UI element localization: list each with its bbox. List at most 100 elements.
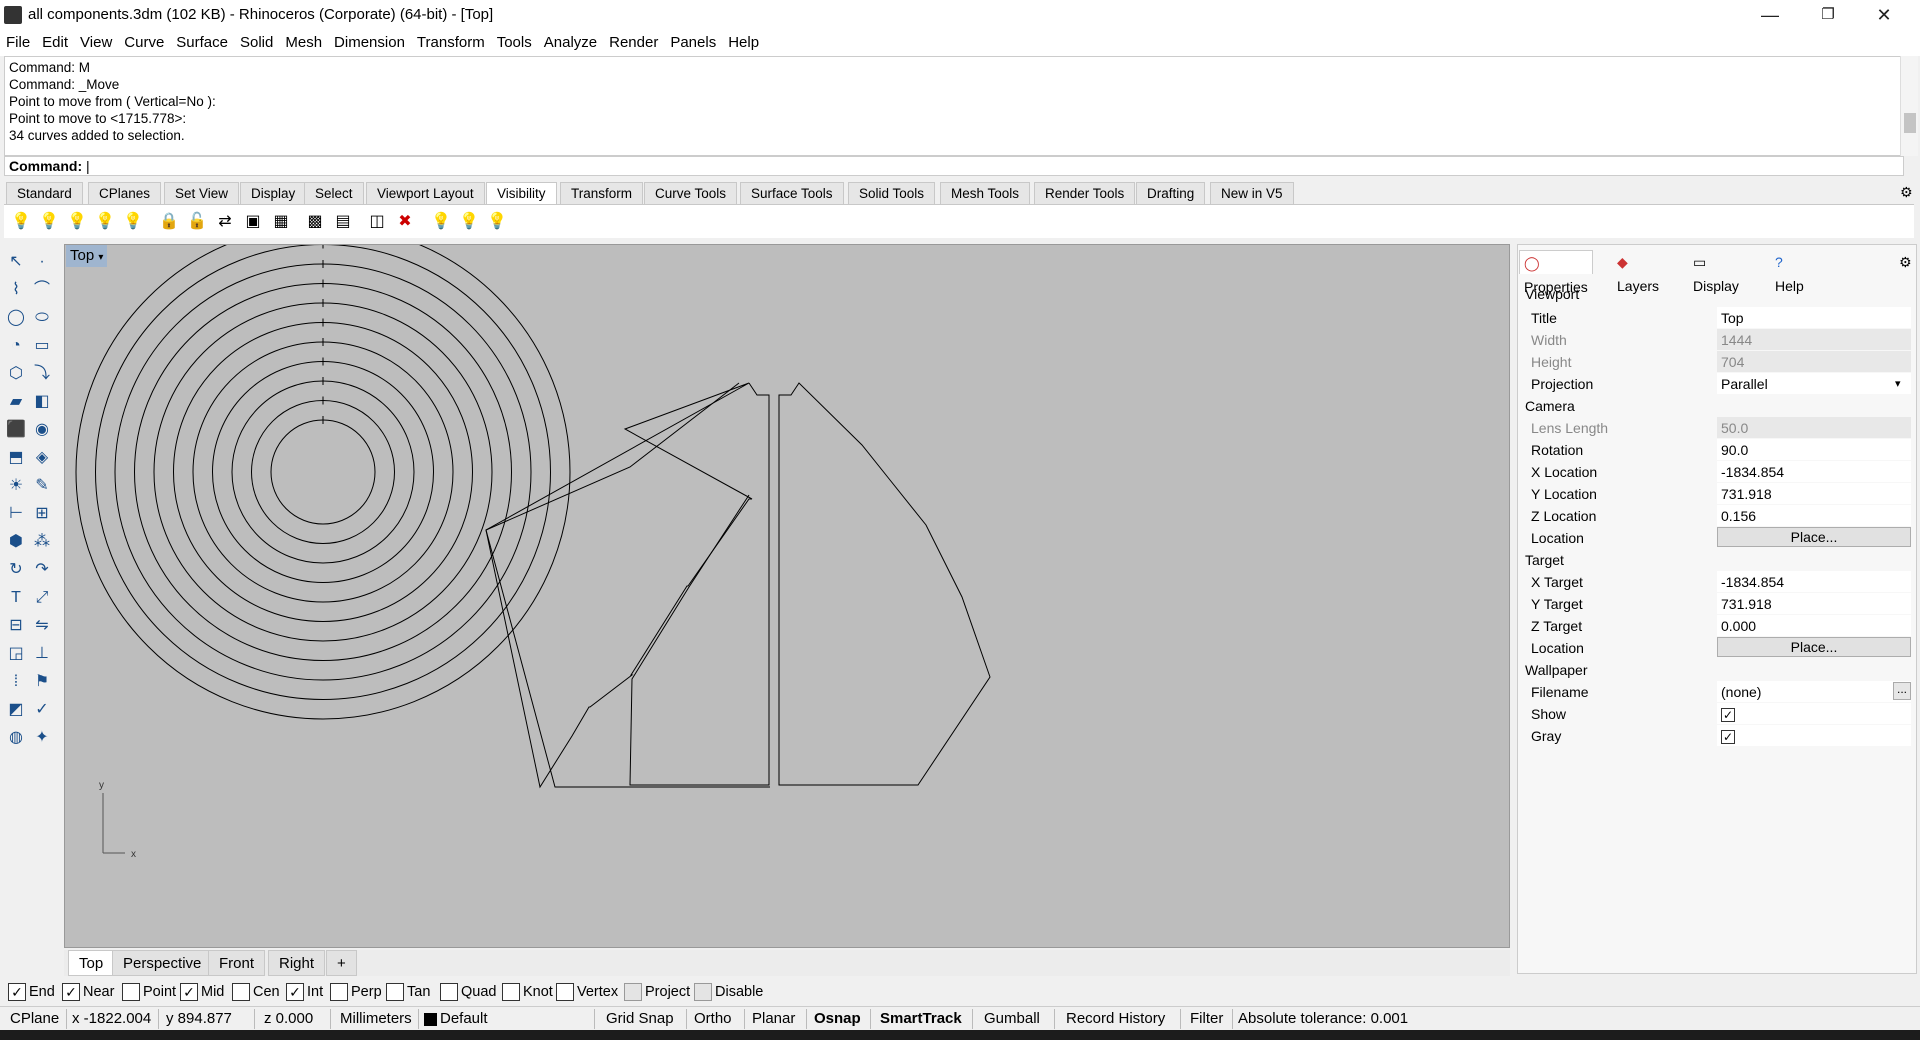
command-history[interactable]: Command: M Command: _Move Point to move … bbox=[4, 56, 1904, 156]
surface-tools-icon[interactable]: ◧ bbox=[30, 390, 54, 414]
lock-icon[interactable]: 🔒 bbox=[158, 211, 180, 233]
light-bulb-icon[interactable]: 💡 bbox=[94, 211, 116, 233]
tab-set-view[interactable]: Set View bbox=[164, 182, 240, 204]
menu-render[interactable]: Render bbox=[603, 30, 664, 56]
material-icon[interactable]: ◍ bbox=[4, 726, 28, 750]
menu-view[interactable]: View bbox=[74, 30, 118, 56]
tab-select[interactable]: Select bbox=[304, 182, 364, 204]
chevron-down-icon[interactable]: ▾ bbox=[98, 252, 103, 263]
osnap-quad[interactable]: Quad bbox=[440, 980, 496, 1004]
trim-icon[interactable]: ↷ bbox=[30, 558, 54, 582]
panel-settings-icon[interactable]: ⚙ bbox=[1895, 250, 1916, 274]
light-bulb-icon[interactable]: 💡 bbox=[122, 211, 144, 233]
menu-mesh[interactable]: Mesh bbox=[279, 30, 328, 56]
boolean-icon[interactable]: ◉ bbox=[30, 418, 54, 442]
tab-visibility[interactable]: Visibility bbox=[486, 182, 557, 204]
light-bulb-icon[interactable]: 💡 bbox=[430, 211, 452, 233]
close-icon[interactable]: ✕ bbox=[1856, 0, 1912, 30]
tab-render-tools[interactable]: Render Tools bbox=[1034, 182, 1136, 204]
rotate-icon[interactable]: ↻ bbox=[4, 558, 28, 582]
prop-ztarget-input[interactable]: 0.000 bbox=[1717, 615, 1911, 636]
analyze-icon[interactable]: ⊥ bbox=[30, 642, 54, 666]
fillet-curve-icon[interactable]: ⤵ bbox=[30, 362, 54, 386]
unlock-icon[interactable]: 🔓 bbox=[186, 211, 208, 233]
point-icon[interactable]: · bbox=[30, 250, 54, 274]
osnap-end[interactable]: ✓ End bbox=[8, 980, 55, 1004]
projection-select[interactable]: Parallel bbox=[1717, 373, 1911, 394]
osnap-mid[interactable]: ✓ Mid bbox=[180, 980, 224, 1004]
prop-ytarget-input[interactable]: 731.918 bbox=[1717, 593, 1911, 614]
prop-zloc-input[interactable]: 0.156 bbox=[1717, 505, 1911, 526]
render-icon[interactable]: ☀ bbox=[4, 474, 28, 498]
paint-icon[interactable]: ⚑ bbox=[30, 670, 54, 694]
prop-rotation-input[interactable]: 90.0 bbox=[1717, 439, 1911, 460]
osnap-disable[interactable]: Disable bbox=[694, 980, 763, 1004]
show-checkbox[interactable]: ✓ bbox=[1721, 708, 1735, 723]
menu-curve[interactable]: Curve bbox=[118, 30, 170, 56]
status-filter[interactable]: Filter bbox=[1190, 1007, 1223, 1031]
curve-icon[interactable]: ⌒ bbox=[30, 278, 54, 302]
text-icon[interactable]: T bbox=[4, 586, 28, 610]
check-icon[interactable]: ✓ bbox=[30, 698, 54, 722]
layer-icon[interactable]: ◩ bbox=[4, 698, 28, 722]
light-bulb-icon[interactable]: 💡 bbox=[10, 211, 32, 233]
tab-surface-tools[interactable]: Surface Tools bbox=[740, 182, 844, 204]
prop-title-input[interactable]: Top bbox=[1717, 307, 1911, 328]
select-grid-icon[interactable]: ▤ bbox=[332, 211, 354, 233]
scroll-thumb[interactable] bbox=[1904, 113, 1916, 133]
array-grid-icon[interactable]: ⁞ bbox=[4, 670, 28, 694]
status-grid-snap[interactable]: Grid Snap bbox=[606, 1007, 674, 1031]
menu-panels[interactable]: Panels bbox=[664, 30, 722, 56]
prop-yloc-input[interactable]: 731.918 bbox=[1717, 483, 1911, 504]
status-smarttrack[interactable]: SmartTrack bbox=[880, 1007, 962, 1031]
hatch-icon[interactable]: ⊞ bbox=[30, 502, 54, 526]
status-osnap[interactable]: Osnap bbox=[814, 1007, 861, 1031]
restore-icon[interactable]: ❐ bbox=[1800, 0, 1856, 30]
browse-button[interactable]: ... bbox=[1893, 682, 1911, 700]
target-place-button[interactable]: Place... bbox=[1717, 637, 1911, 657]
polyline-icon[interactable]: ⌇ bbox=[4, 278, 28, 302]
extrude-icon[interactable]: ⬒ bbox=[4, 446, 28, 470]
array-icon[interactable]: ⊟ bbox=[4, 614, 28, 638]
viewport-tab-right[interactable]: Right bbox=[268, 950, 326, 976]
status-planar[interactable]: Planar bbox=[752, 1007, 795, 1031]
light-bulb-icon[interactable]: 💡 bbox=[486, 211, 508, 233]
tab-mesh-tools[interactable]: Mesh Tools bbox=[940, 182, 1031, 204]
lock-grid-icon[interactable]: ▦ bbox=[270, 211, 292, 233]
tab-viewport-layout[interactable]: Viewport Layout bbox=[366, 182, 485, 204]
light-bulb-icon[interactable]: 💡 bbox=[458, 211, 480, 233]
menu-help[interactable]: Help bbox=[722, 30, 765, 56]
osnap-vertex[interactable]: Vertex bbox=[556, 980, 618, 1004]
gray-checkbox[interactable]: ✓ bbox=[1721, 730, 1735, 745]
tab-display[interactable]: Display bbox=[240, 182, 307, 204]
menu-file[interactable]: File bbox=[0, 30, 36, 56]
polygon-icon[interactable]: ⬡ bbox=[4, 362, 28, 386]
menu-transform[interactable]: Transform bbox=[411, 30, 491, 56]
osnap-point[interactable]: Point bbox=[122, 980, 176, 1004]
osnap-cen[interactable]: Cen bbox=[232, 980, 280, 1004]
tab-solid-tools[interactable]: Solid Tools bbox=[848, 182, 936, 204]
viewport-top[interactable]: y x bbox=[64, 221, 1511, 949]
panel-tab-display[interactable]: ▭ Display bbox=[1689, 250, 1743, 294]
osnap-knot[interactable]: Knot bbox=[502, 980, 553, 1004]
minimize-icon[interactable]: — bbox=[1742, 0, 1798, 30]
scale-icon[interactable]: ⤢ bbox=[30, 586, 54, 610]
camera-place-button[interactable]: Place... bbox=[1717, 527, 1911, 547]
osnap-perp[interactable]: Perp bbox=[330, 980, 382, 1004]
tab-drafting[interactable]: Drafting bbox=[1136, 182, 1206, 204]
status-gumball[interactable]: Gumball bbox=[984, 1007, 1040, 1031]
tab-new-in-v5[interactable]: New in V5 bbox=[1210, 182, 1294, 204]
menu-dimension[interactable]: Dimension bbox=[328, 30, 411, 56]
group-icon[interactable]: ⬢ bbox=[4, 530, 28, 554]
viewport-canvas[interactable]: y x bbox=[65, 221, 1511, 949]
surface-icon[interactable]: ▰ bbox=[4, 390, 28, 414]
menu-analyze[interactable]: Analyze bbox=[538, 30, 603, 56]
menu-edit[interactable]: Edit bbox=[36, 30, 74, 56]
chevron-down-icon[interactable]: ▾ bbox=[1895, 373, 1901, 395]
lock-selected-icon[interactable]: ▣ bbox=[242, 211, 264, 233]
panel-tab-help[interactable]: ? Help bbox=[1771, 250, 1808, 294]
prop-xtarget-input[interactable]: -1834.854 bbox=[1717, 571, 1911, 592]
status-units[interactable]: Millimeters bbox=[340, 1007, 412, 1031]
box-icon[interactable]: ⬛ bbox=[4, 418, 28, 442]
rectangle-icon[interactable]: ▭ bbox=[30, 334, 54, 358]
